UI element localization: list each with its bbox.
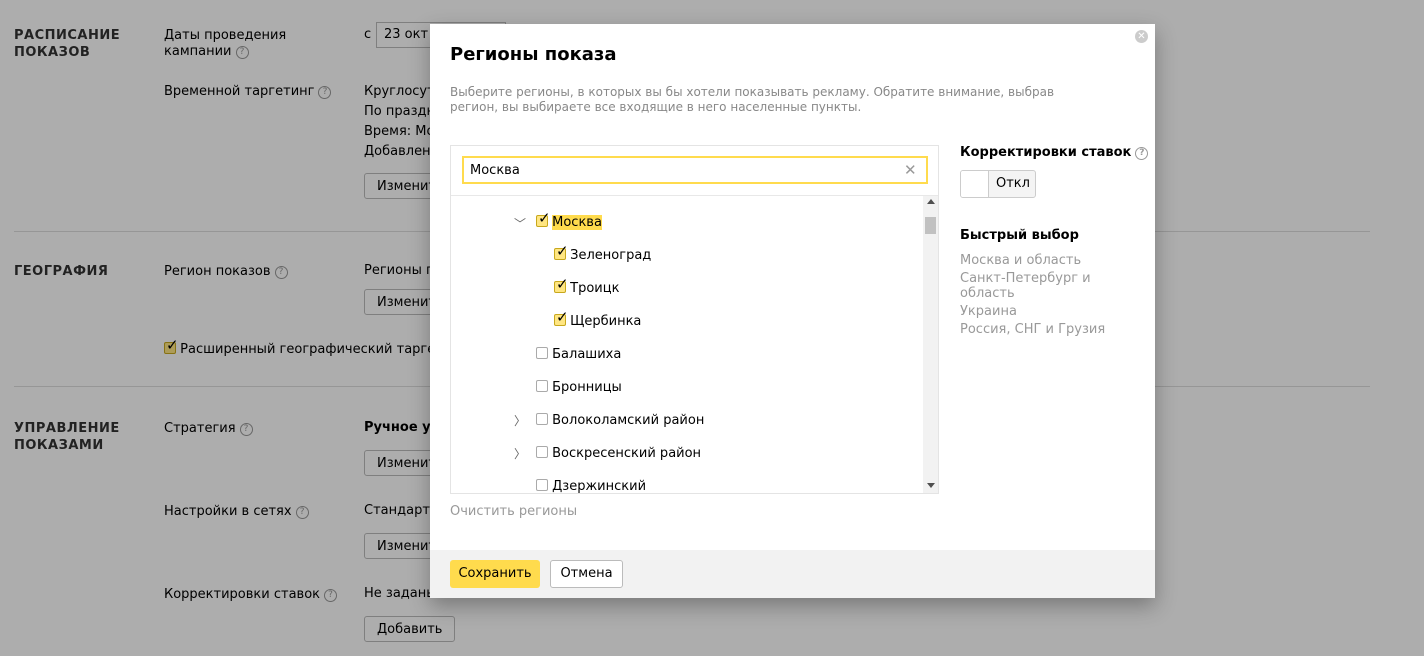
expand-icon[interactable]: 〉: [514, 446, 526, 462]
tree-item[interactable]: Троицк: [554, 276, 620, 297]
close-icon[interactable]: ✕: [1135, 30, 1148, 43]
tree-item[interactable]: Бронницы: [536, 380, 622, 396]
tree-checkbox[interactable]: [536, 380, 548, 392]
help-icon[interactable]: ?: [1135, 147, 1149, 160]
region-search-input[interactable]: [462, 156, 928, 184]
tree-checkbox[interactable]: [554, 309, 569, 326]
tree-checkbox[interactable]: [536, 446, 548, 458]
tree-item[interactable]: Зеленоград: [554, 243, 652, 264]
tree-checkbox[interactable]: [554, 243, 569, 260]
scroll-down-icon[interactable]: [927, 483, 935, 488]
tree-item-label: Волоколамский район: [552, 413, 705, 428]
modal-footer: Сохранить Отмена: [430, 550, 1155, 598]
region-tree-panel: ✕ ﹀ Москва Зеленоград Троицк Щербинка Ба…: [450, 145, 939, 494]
modal-description: Выберите регионы, в которых вы бы хотели…: [450, 85, 1055, 114]
save-button[interactable]: Сохранить: [450, 560, 540, 588]
tree-item[interactable]: Щербинка: [554, 309, 642, 330]
search-wrap: ✕: [451, 146, 938, 196]
tree-item[interactable]: Волоколамский район: [536, 413, 704, 429]
tree-item-label: Воскресенский район: [552, 446, 702, 461]
tree-item[interactable]: Москва: [536, 210, 602, 231]
toggle-label: Откл: [996, 176, 1030, 191]
quick-select-item[interactable]: Москва и область: [960, 253, 1081, 268]
tree-item-label: Бронницы: [552, 380, 622, 395]
tree-checkbox[interactable]: [536, 347, 548, 359]
collapse-icon[interactable]: ﹀: [514, 216, 526, 232]
modal-title: Регионы показа: [450, 44, 617, 65]
scroll-up-icon[interactable]: [927, 199, 935, 204]
tree-item-label: Зеленоград: [570, 248, 652, 263]
tree-checkbox[interactable]: [536, 413, 548, 425]
regions-modal: ✕ Регионы показа Выберите регионы, в кот…: [430, 24, 1155, 598]
tree-item-label: Щербинка: [570, 314, 642, 329]
tree-item-label: Москва: [552, 215, 602, 230]
tree-item[interactable]: Дзержинский: [536, 479, 646, 493]
region-tree: ﹀ Москва Зеленоград Троицк Щербинка Бала…: [451, 196, 921, 493]
quick-select-heading: Быстрый выбор: [960, 228, 1079, 243]
scroll-thumb[interactable]: [925, 217, 936, 234]
tree-item[interactable]: Балашиха: [536, 347, 621, 363]
tree-checkbox[interactable]: [536, 210, 551, 227]
tree-scrollbar[interactable]: [923, 196, 938, 493]
tree-item-label: Дзержинский: [552, 479, 647, 493]
quick-select-item[interactable]: Украина: [960, 304, 1017, 319]
tree-item-label: Балашиха: [552, 347, 622, 362]
tree-checkbox[interactable]: [536, 479, 548, 491]
bid-corrections-heading: Корректировки ставок?: [960, 145, 1149, 160]
tree-item[interactable]: Воскресенский район: [536, 446, 701, 462]
bid-corrections-text: Корректировки ставок: [960, 145, 1132, 160]
toggle-knob: [961, 171, 989, 197]
tree-item-label: Троицк: [570, 281, 620, 296]
quick-select-item[interactable]: Россия, СНГ и Грузия: [960, 322, 1105, 337]
expand-icon[interactable]: 〉: [514, 413, 526, 429]
bid-corrections-toggle[interactable]: Откл: [960, 170, 1036, 198]
quick-select-item[interactable]: Санкт-Петербург и область: [960, 271, 1091, 301]
clear-regions-link[interactable]: Очистить регионы: [450, 504, 577, 519]
tree-checkbox[interactable]: [554, 276, 569, 293]
cancel-button[interactable]: Отмена: [550, 560, 623, 588]
clear-search-icon[interactable]: ✕: [904, 161, 917, 179]
